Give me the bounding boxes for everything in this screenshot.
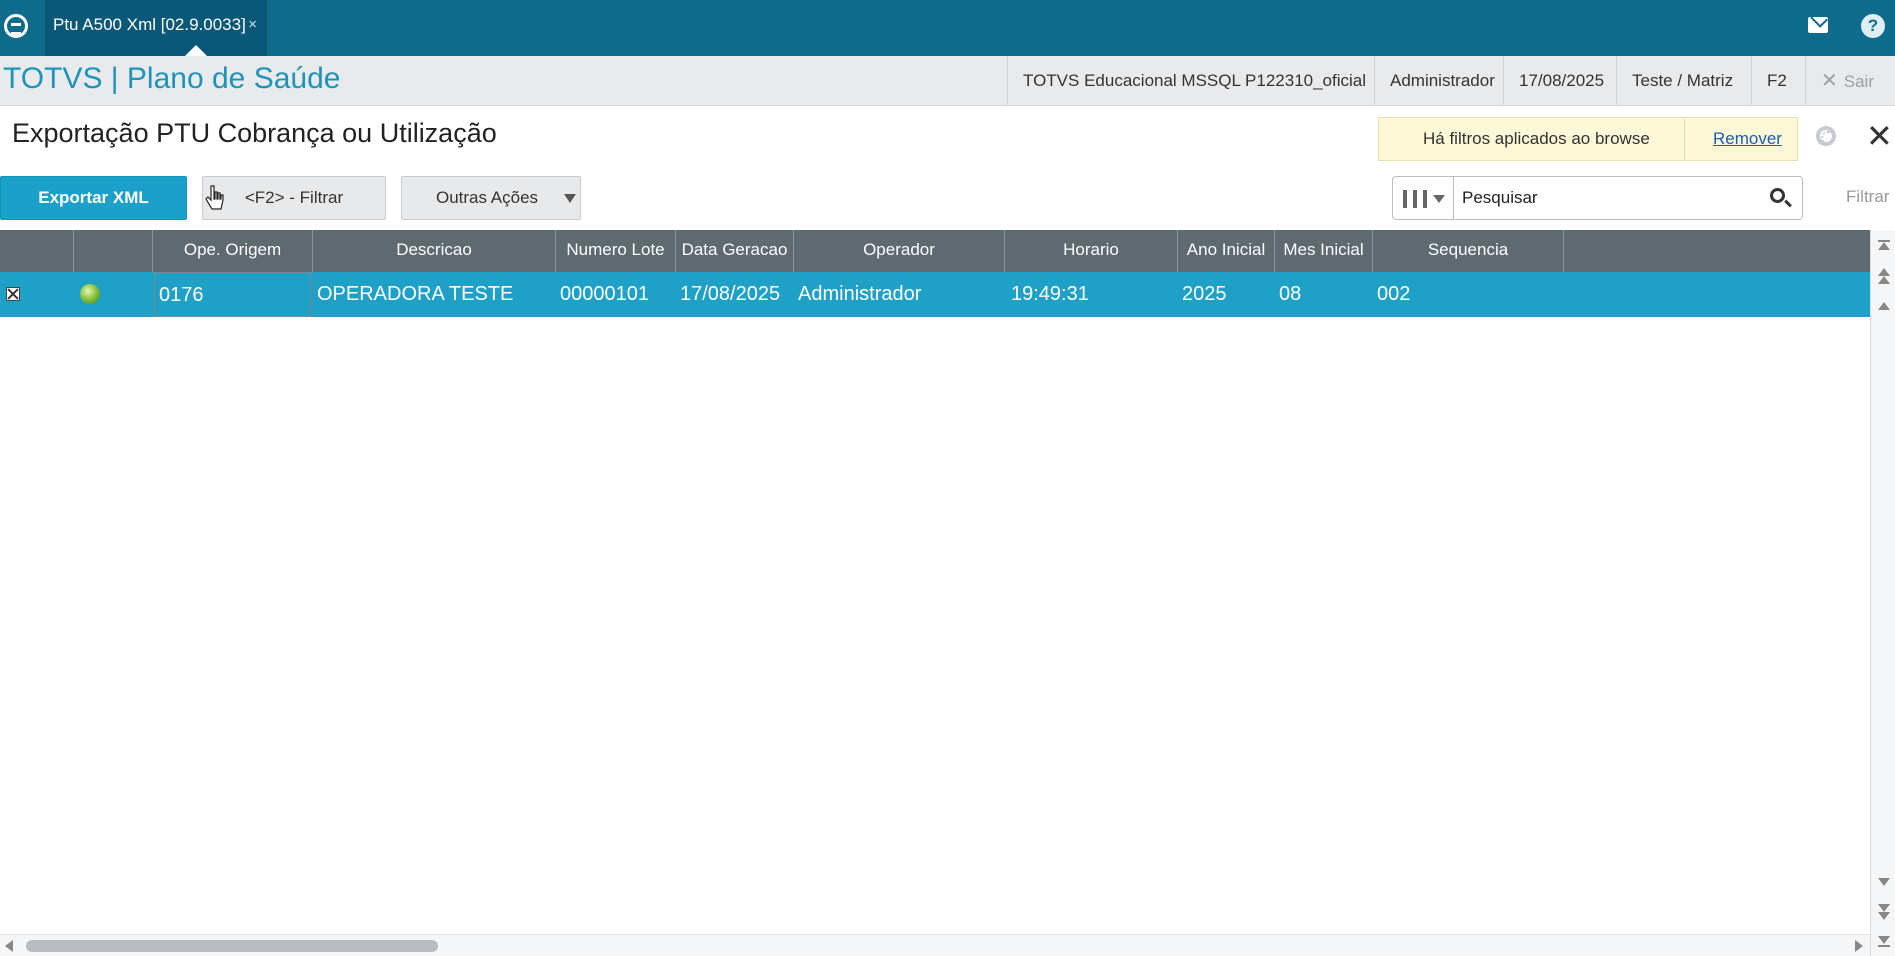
close-icon: ✕ bbox=[1821, 70, 1838, 92]
branch-info[interactable]: Teste / Matriz bbox=[1616, 56, 1748, 106]
remove-filter-link[interactable]: Remover bbox=[1713, 129, 1782, 149]
top-bar: Ptu A500 Xml [02.9.0033] × ? bbox=[0, 0, 1895, 56]
scroll-top-icon[interactable] bbox=[1878, 242, 1890, 250]
export-xml-button[interactable]: Exportar XML bbox=[0, 176, 187, 220]
column-header[interactable]: Data Geracao bbox=[676, 230, 794, 272]
scroll-page-down-icon[interactable] bbox=[1878, 904, 1890, 912]
gear-icon[interactable] bbox=[1816, 126, 1836, 146]
hand-cursor-icon bbox=[205, 185, 224, 210]
scroll-page-up-icon[interactable] bbox=[1878, 268, 1890, 276]
chevron-down-icon bbox=[564, 194, 576, 203]
cell-mes-inicial[interactable]: 08 bbox=[1275, 272, 1373, 317]
grid-header-status[interactable] bbox=[74, 230, 153, 272]
scroll-right-icon[interactable] bbox=[1855, 940, 1863, 952]
horizontal-scrollbar[interactable] bbox=[0, 934, 1870, 956]
filter-notice-text: Há filtros aplicados ao browse bbox=[1423, 129, 1650, 148]
filter-notice: Há filtros aplicados ao browse Remover bbox=[1378, 117, 1798, 161]
date-info[interactable]: 17/08/2025 bbox=[1503, 56, 1619, 106]
columns-icon bbox=[1403, 190, 1427, 208]
column-header[interactable]: Sequencia bbox=[1373, 230, 1564, 272]
scroll-left-icon[interactable] bbox=[5, 940, 13, 952]
cell-ano-inicial[interactable]: 2025 bbox=[1178, 272, 1275, 317]
cell-operador[interactable]: Administrador bbox=[794, 272, 1005, 317]
more-actions-label: Outras Ações bbox=[436, 188, 539, 207]
cell-numero-lote[interactable]: 00000101 bbox=[556, 272, 676, 317]
vertical-scrollbar[interactable] bbox=[1870, 230, 1895, 956]
scroll-page-down-icon-2 bbox=[1878, 912, 1890, 920]
column-header[interactable]: Operador bbox=[794, 230, 1005, 272]
scroll-bottom-line bbox=[1878, 945, 1890, 947]
status-legend-icon[interactable] bbox=[80, 284, 100, 304]
column-header[interactable]: Numero Lote bbox=[556, 230, 676, 272]
column-header[interactable]: Ano Inicial bbox=[1178, 230, 1275, 272]
cell-data-geracao[interactable]: 17/08/2025 bbox=[676, 272, 794, 317]
cell-sequencia[interactable]: 002 bbox=[1373, 272, 1564, 317]
tab-ptu-a500[interactable]: Ptu A500 Xml [02.9.0033] × bbox=[45, 0, 267, 56]
filter-notice-divider bbox=[1684, 118, 1685, 160]
help-icon[interactable]: ? bbox=[1861, 14, 1885, 38]
user-info[interactable]: Administrador bbox=[1374, 56, 1510, 106]
horizontal-scroll-thumb[interactable] bbox=[26, 940, 438, 952]
legend-checkbox-icon[interactable] bbox=[6, 287, 20, 301]
page-title: Exportação PTU Cobrança ou Utilização bbox=[12, 118, 497, 148]
columns-toggle[interactable] bbox=[1392, 176, 1454, 220]
app-title: TOTVS | Plano de Saúde bbox=[3, 62, 341, 95]
app-header: TOTVS | Plano de Saúde TOTVS Educacional… bbox=[0, 56, 1895, 106]
scroll-up-icon[interactable] bbox=[1878, 302, 1890, 310]
grid-header: Ope. Origem Descricao Numero Lote Data G… bbox=[0, 230, 1870, 272]
environment-info[interactable]: TOTVS Educacional MSSQL P122310_oficial bbox=[1007, 56, 1381, 106]
column-header[interactable]: Ope. Origem bbox=[153, 230, 313, 272]
filtrar-link[interactable]: Filtrar bbox=[1846, 187, 1889, 207]
chevron-down-icon bbox=[1433, 195, 1445, 203]
scroll-bottom-icon[interactable] bbox=[1878, 936, 1890, 944]
shortcut-info[interactable]: F2 bbox=[1751, 56, 1802, 106]
mail-icon[interactable] bbox=[1808, 17, 1828, 33]
close-window-icon[interactable]: ✕ bbox=[1866, 118, 1893, 154]
scroll-down-icon[interactable] bbox=[1878, 878, 1890, 886]
totvs-logo-icon[interactable] bbox=[4, 14, 28, 38]
search-icon[interactable] bbox=[1770, 188, 1785, 203]
cell-descricao[interactable]: OPERADORA TESTE bbox=[313, 272, 556, 317]
cell-horario[interactable]: 19:49:31 bbox=[1007, 272, 1178, 317]
tab-label: Ptu A500 Xml [02.9.0033] bbox=[53, 15, 246, 34]
tab-close-icon[interactable]: × bbox=[248, 0, 257, 50]
column-header[interactable]: Mes Inicial bbox=[1275, 230, 1373, 272]
exit-button[interactable]: ✕ Sair bbox=[1805, 56, 1889, 106]
search-input[interactable] bbox=[1453, 176, 1803, 220]
exit-label: Sair bbox=[1843, 72, 1874, 91]
column-header[interactable]: Descricao bbox=[313, 230, 556, 272]
more-actions-button[interactable]: Outras Ações bbox=[401, 176, 581, 220]
cell-ope-origem[interactable]: 0176 bbox=[154, 272, 311, 317]
table-row[interactable]: 0176 OPERADORA TESTE 00000101 17/08/2025… bbox=[0, 272, 1870, 317]
column-header[interactable]: Horario bbox=[1005, 230, 1178, 272]
filter-button[interactable]: <F2> - Filtrar bbox=[202, 176, 386, 220]
grid-header-legend[interactable] bbox=[0, 230, 74, 272]
scroll-page-up-icon-2 bbox=[1878, 276, 1890, 284]
tab-active-indicator bbox=[185, 45, 207, 56]
